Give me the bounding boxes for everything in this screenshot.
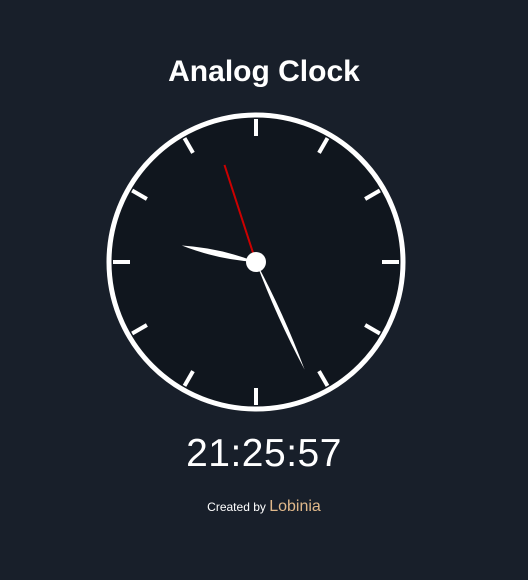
credit-line: Created by Lobinia <box>0 496 528 518</box>
author-name: Lobinia <box>269 498 321 515</box>
analog-clock <box>106 112 406 412</box>
created-by-label: Created by <box>207 500 266 514</box>
clock-center-dot <box>246 252 266 272</box>
clock-page: Analog Clock 21:25:57 Created by Lobinia <box>0 0 528 580</box>
digital-time: 21:25:57 <box>186 432 342 475</box>
page-title: Analog Clock <box>168 55 360 88</box>
